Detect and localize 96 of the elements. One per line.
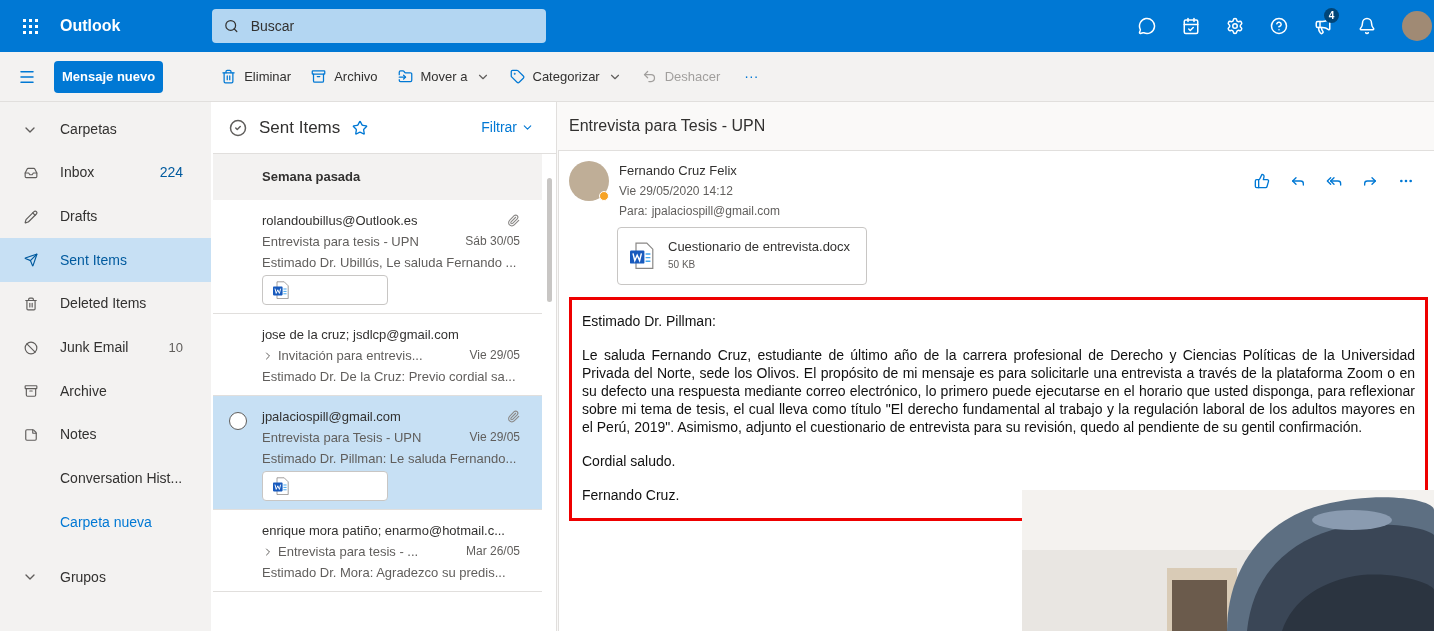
- notifications-icon[interactable]: [1358, 17, 1376, 35]
- help-icon[interactable]: [1270, 17, 1288, 35]
- document-icon: [630, 242, 654, 270]
- folder-name: Drafts: [60, 207, 99, 227]
- body-paragraph: Le saluda Fernando Cruz, estudiante de último año de la carrera profesional de Derecho y Ciencias Políticas de la Universidad Privada del Norte, sede los Olivos. El propósito de mi mensaje es para solicitarle una entrevista a través de la plataforma Zoom o en su defecto una respuesta mediante correo electrónico, lo primero puede ejecutarse en el horario que usted disponga, para reflexionar sobre mi tema de tesis, el cual lleva como título "El derecho fundamental al trabajo y la regulación laboral de los adultos mayores en el Perú, 2019". Asimismo, adjunto el cuestionario de entrevista para su revisión, quedo al pendiente de su gentil confirmación.: [582, 346, 1415, 436]
- group-header: Semana pasada: [213, 154, 543, 200]
- archive-icon: [24, 384, 38, 399]
- message-item[interactable]: jpalaciospill@gmail.com Entrevista para Tesis - UPN Vie 29/05 Estimado Dr. Pillman: Le saluda Fernando...: [213, 396, 543, 510]
- sender: jose de la cruz; jsdlcp@gmail.com: [262, 326, 460, 344]
- paperclip-icon: [507, 214, 521, 227]
- folder-item[interactable]: Notes: [0, 413, 211, 457]
- sent-icon: [24, 253, 38, 268]
- like-icon[interactable]: [1254, 173, 1270, 189]
- preview: Estimado Dr. Pillman: Le saluda Fernando...: [262, 450, 518, 468]
- folder-name: Conversation Hist...: [60, 469, 183, 489]
- search-field[interactable]: Buscar: [212, 9, 546, 43]
- move-icon: [397, 69, 413, 84]
- deleted-icon: [24, 296, 38, 311]
- preview: Estimado Dr. De la Cruz: Previo cordial sa...: [262, 368, 517, 386]
- folder-title: Sent Items: [259, 116, 341, 139]
- document-icon: [273, 280, 289, 300]
- subject: Invitación para entrevis...: [278, 347, 424, 365]
- archive-icon: [311, 69, 327, 84]
- recipient: jpalaciospill@gmail.com: [651, 203, 780, 220]
- junk-icon: [24, 340, 38, 355]
- attachment-size: 50 KB: [668, 258, 697, 272]
- folders-header[interactable]: Carpetas: [0, 108, 211, 151]
- attachment-name: Cuestionario de entrevista.docx: [668, 238, 851, 256]
- document-icon: [273, 476, 289, 496]
- unread-count: 10: [168, 338, 183, 357]
- settings-icon[interactable]: [1226, 17, 1244, 35]
- notification-badge: 4: [1324, 8, 1339, 23]
- conversation-subject: Entrevista para Tesis - UPN: [569, 116, 766, 136]
- body-paragraph: Fernando Cruz.: [582, 486, 681, 504]
- search-input[interactable]: Buscar: [250, 15, 534, 37]
- to-label: Para:: [619, 203, 648, 220]
- app-name: Outlook: [60, 16, 122, 36]
- more-button[interactable]: ···: [732, 66, 771, 87]
- select-all-icon[interactable]: [229, 118, 247, 137]
- groups-header-label: Grupos: [60, 567, 106, 587]
- new-message-button[interactable]: Mensaje nuevo: [54, 60, 164, 93]
- folder-item[interactable]: Deleted Items: [0, 282, 211, 326]
- sender: rolandoubillus@Outlook.es: [262, 212, 419, 230]
- app-launcher-icon[interactable]: [22, 18, 38, 34]
- folder-name: Deleted Items: [60, 294, 148, 314]
- unread-count: 224: [159, 163, 183, 183]
- toolbar-button[interactable]: Eliminar: [213, 66, 300, 87]
- feedback-icon[interactable]: [1314, 17, 1332, 35]
- preview: Estimado Dr. Ubillús, Le saluda Fernando ...: [262, 254, 518, 272]
- star-icon[interactable]: [352, 119, 369, 136]
- folder-name: Notes: [60, 425, 98, 445]
- attachment-card[interactable]: [262, 275, 388, 305]
- attachment-card[interactable]: [262, 471, 388, 501]
- folder-name: Inbox: [60, 163, 96, 183]
- folder-name: Sent Items: [60, 250, 128, 270]
- drafts-icon: [24, 209, 38, 224]
- toolbar-button[interactable]: Categorizar: [501, 66, 630, 87]
- undo-icon: [641, 69, 657, 84]
- folder-item[interactable]: Sent Items: [0, 238, 211, 283]
- sender: jpalaciospill@gmail.com: [262, 408, 402, 426]
- preview: Estimado Dr. Mora: Agradezco su predis...: [262, 564, 507, 582]
- filter-button[interactable]: Filtrar: [481, 117, 534, 138]
- toolbar-button[interactable]: Mover a: [389, 66, 498, 87]
- notes-icon: [24, 427, 38, 442]
- folder-name: Archive: [60, 381, 108, 401]
- chat-icon[interactable]: [1138, 17, 1156, 35]
- date: Vie 29/05: [469, 347, 521, 364]
- toolbar-button[interactable]: Archivo: [303, 66, 386, 87]
- subject: Entrevista para tesis - UPN: [262, 233, 420, 251]
- folder-item[interactable]: Conversation Hist...: [0, 456, 211, 501]
- sender-name: Fernando Cruz Felix: [619, 162, 738, 180]
- subject: Entrevista para Tesis - UPN: [262, 429, 423, 447]
- date: Mar 26/05: [466, 543, 521, 560]
- date: Sáb 30/05: [465, 233, 521, 250]
- sender-avatar: [569, 161, 609, 201]
- folder-item[interactable]: Archive: [0, 369, 211, 414]
- date: Vie 29/05: [469, 429, 521, 446]
- folder-item[interactable]: Drafts: [0, 194, 211, 239]
- body-paragraph: Estimado Dr. Pillman:: [582, 312, 717, 330]
- body-paragraph: Cordial saludo.: [582, 452, 677, 470]
- calendar-icon[interactable]: [1182, 17, 1200, 35]
- new-folder-link[interactable]: Carpeta nueva: [60, 511, 152, 533]
- inbox-icon: [24, 165, 38, 180]
- folders-header-label: Carpetas: [60, 120, 117, 139]
- folder-item[interactable]: Inbox 224: [0, 151, 211, 195]
- groups-header[interactable]: Grupos: [0, 544, 211, 611]
- subject: Entrevista para tesis - ...: [278, 543, 420, 561]
- paperclip-icon: [507, 410, 521, 423]
- attachment-card[interactable]: Cuestionario de entrevista.docx 50 KB: [617, 227, 867, 285]
- tag-icon: [509, 69, 525, 84]
- sent-date: Vie 29/05/2020 14:12: [619, 183, 734, 200]
- folder-name: Junk Email: [60, 338, 130, 358]
- delete-icon: [221, 69, 237, 84]
- sender: enrique mora patiño; enarmo@hotmail.c...: [262, 522, 506, 540]
- folder-item[interactable]: Junk Email 10: [0, 325, 211, 370]
- search-icon: [224, 18, 239, 34]
